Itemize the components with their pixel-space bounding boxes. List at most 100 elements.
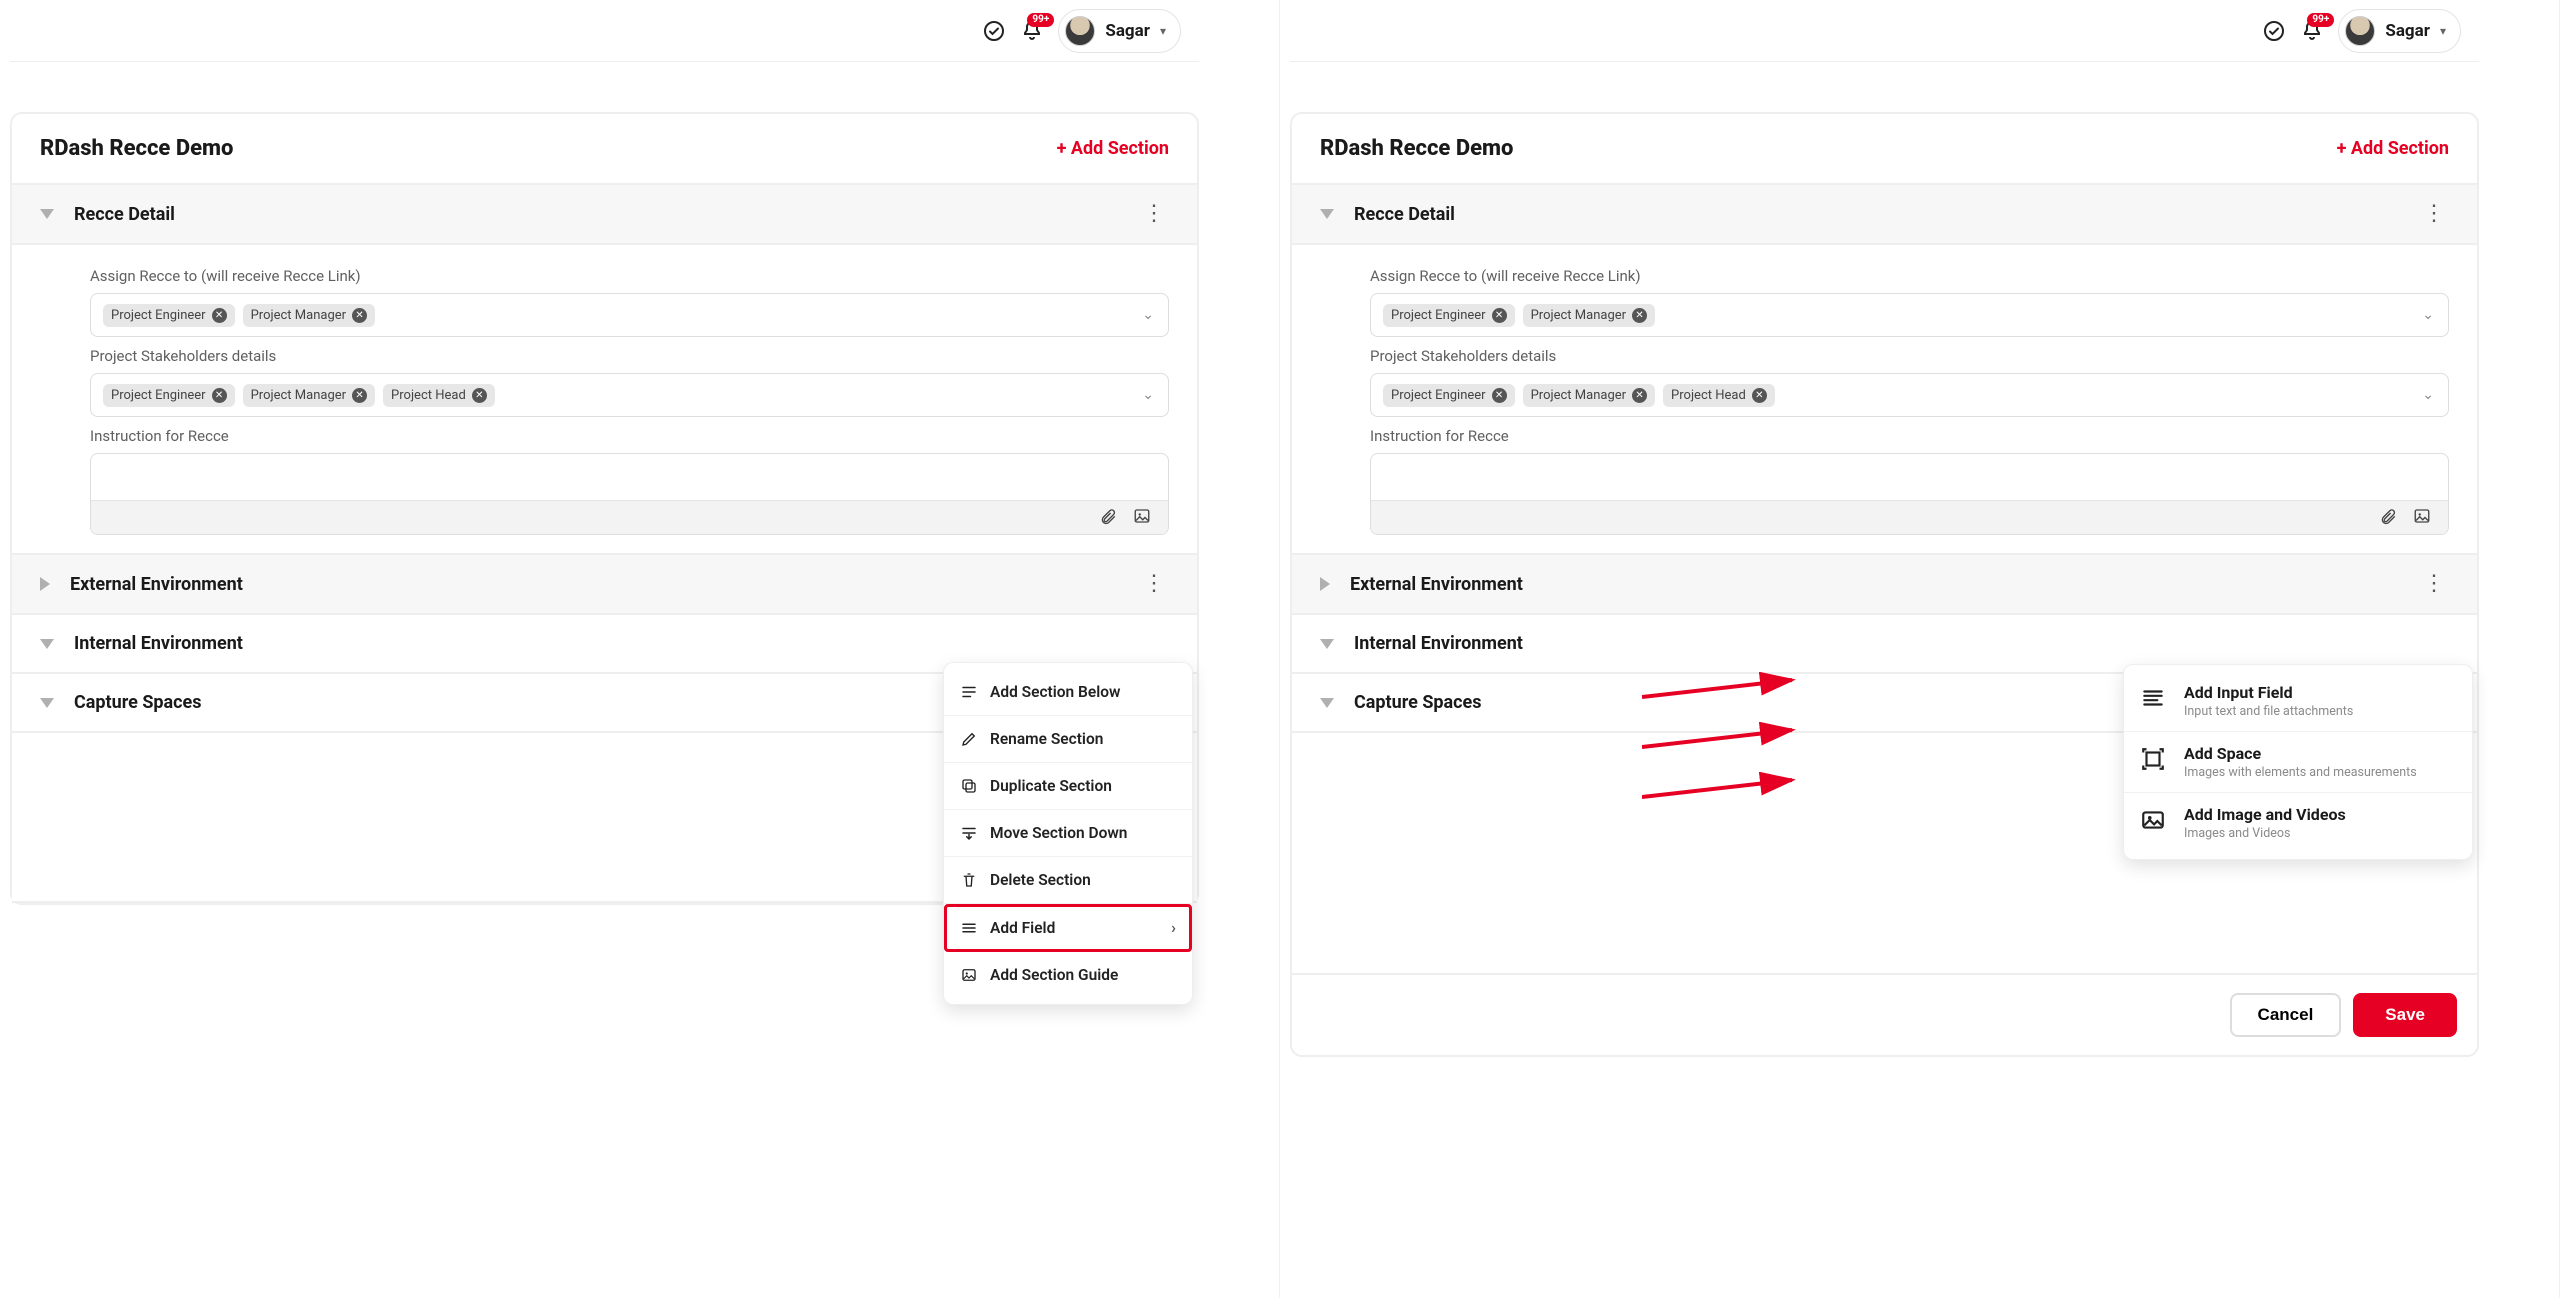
collapse-toggle-icon[interactable]	[1320, 639, 1334, 649]
move-down-icon	[960, 824, 978, 842]
pencil-icon	[960, 730, 978, 748]
avatar	[2345, 16, 2375, 46]
option-subtitle: Images and Videos	[2184, 826, 2346, 841]
section-recce-detail[interactable]: Recce Detail ⋮	[1292, 185, 2477, 245]
section-context-menu: Add Section Below Rename Section Duplica…	[943, 662, 1193, 1005]
more-menu-icon[interactable]: ⋮	[1139, 203, 1169, 225]
section-recce-detail[interactable]: Recce Detail ⋮	[12, 185, 1197, 245]
task-check-icon[interactable]	[2262, 19, 2286, 43]
option-add-input-field[interactable]: Add Input Field Input text and file atta…	[2124, 671, 2472, 732]
attachment-icon[interactable]	[1098, 507, 1118, 529]
more-menu-icon[interactable]: ⋮	[1139, 573, 1169, 595]
option-add-space[interactable]: Add Space Images with elements and measu…	[2124, 732, 2472, 793]
dropdown-caret-icon[interactable]: ⌄	[1142, 387, 1154, 403]
stakeholders-input[interactable]: Project Engineer✕ Project Manager✕ Proje…	[90, 373, 1169, 417]
collapse-toggle-icon[interactable]	[1320, 698, 1334, 708]
instruction-label: Instruction for Recce	[1370, 427, 2449, 445]
chip-remove-icon[interactable]: ✕	[1632, 388, 1647, 403]
more-menu-icon[interactable]: ⋮	[2419, 573, 2449, 595]
option-title: Add Image and Videos	[2184, 805, 2346, 824]
annotation-arrow-icon	[1642, 672, 1802, 702]
chip-remove-icon[interactable]: ✕	[1752, 388, 1767, 403]
dropdown-caret-icon[interactable]: ⌄	[1142, 307, 1154, 323]
more-menu-icon[interactable]: ⋮	[2419, 203, 2449, 225]
chip: Project Engineer✕	[1383, 384, 1515, 407]
save-button[interactable]: Save	[2353, 993, 2457, 1037]
chevron-down-icon: ▾	[2440, 24, 2446, 38]
stakeholders-input[interactable]: Project Engineer✕ Project Manager✕ Proje…	[1370, 373, 2449, 417]
chip-remove-icon[interactable]: ✕	[352, 388, 367, 403]
form-panel: RDash Recce Demo + Add Section Recce Det…	[1290, 112, 2479, 1057]
menu-move-section-down[interactable]: Move Section Down	[944, 810, 1192, 857]
collapse-toggle-icon[interactable]	[40, 698, 54, 708]
assign-recce-input[interactable]: Project Engineer✕ Project Manager✕ ⌄	[1370, 293, 2449, 337]
chip-remove-icon[interactable]: ✕	[212, 388, 227, 403]
instruction-textarea[interactable]	[90, 453, 1169, 535]
image-icon[interactable]	[2412, 507, 2432, 529]
chip-remove-icon[interactable]: ✕	[472, 388, 487, 403]
menu-add-field[interactable]: Add Field ›	[944, 904, 1192, 952]
section-title: Internal Environment	[74, 633, 243, 654]
notification-bell-icon[interactable]: 99+	[2300, 19, 2324, 43]
add-section-button[interactable]: + Add Section	[2337, 138, 2449, 159]
chip: Project Manager✕	[1523, 384, 1655, 407]
option-subtitle: Images with elements and measurements	[2184, 765, 2417, 780]
image-media-icon	[2140, 807, 2170, 841]
task-check-icon[interactable]	[982, 19, 1006, 43]
panel-header: RDash Recce Demo + Add Section	[12, 114, 1197, 185]
section-external-environment[interactable]: External Environment ⋮	[1292, 555, 2477, 615]
dropdown-caret-icon[interactable]: ⌄	[2422, 387, 2434, 403]
section-external-environment[interactable]: External Environment ⋮	[12, 555, 1197, 615]
stakeholders-label: Project Stakeholders details	[90, 347, 1169, 365]
expand-toggle-icon[interactable]	[1320, 577, 1330, 591]
chip-remove-icon[interactable]: ✕	[352, 308, 367, 323]
topbar: 99+ Sagar ▾	[1290, 0, 2479, 62]
annotation-arrow-icon	[1642, 722, 1802, 752]
chip: Project Head✕	[1663, 384, 1775, 407]
cancel-button[interactable]: Cancel	[2230, 993, 2342, 1037]
menu-rename-section[interactable]: Rename Section	[944, 716, 1192, 763]
menu-add-section-below[interactable]: Add Section Below	[944, 669, 1192, 716]
chip-remove-icon[interactable]: ✕	[212, 308, 227, 323]
chip: Project Engineer✕	[1383, 304, 1515, 327]
assign-recce-input[interactable]: Project Engineer✕ Project Manager✕ ⌄	[90, 293, 1169, 337]
user-name: Sagar	[2385, 21, 2430, 41]
collapse-toggle-icon[interactable]	[40, 209, 54, 219]
textarea-toolbar	[1371, 500, 2448, 534]
section-title: Recce Detail	[74, 204, 175, 225]
section-title: Internal Environment	[1354, 633, 1523, 654]
collapse-toggle-icon[interactable]	[1320, 209, 1334, 219]
menu-add-section-guide[interactable]: Add Section Guide	[944, 952, 1192, 998]
chip: Project Manager✕	[243, 384, 375, 407]
user-menu[interactable]: Sagar ▾	[2338, 9, 2461, 53]
collapse-toggle-icon[interactable]	[40, 639, 54, 649]
menu-duplicate-section[interactable]: Duplicate Section	[944, 763, 1192, 810]
attachment-icon[interactable]	[2378, 507, 2398, 529]
textarea-toolbar	[91, 500, 1168, 534]
image-icon[interactable]	[1132, 507, 1152, 529]
text-lines-icon	[2140, 685, 2170, 719]
field-icon	[960, 919, 978, 937]
add-section-button[interactable]: + Add Section	[1057, 138, 1169, 159]
chip-remove-icon[interactable]: ✕	[1492, 308, 1507, 323]
stakeholders-label: Project Stakeholders details	[1370, 347, 2449, 365]
assign-label: Assign Recce to (will receive Recce Link…	[90, 267, 1169, 285]
section-title: External Environment	[70, 574, 243, 595]
chevron-right-icon: ›	[1171, 918, 1176, 937]
list-icon	[960, 683, 978, 701]
expand-toggle-icon[interactable]	[40, 577, 50, 591]
menu-delete-section[interactable]: Delete Section	[944, 857, 1192, 904]
annotation-arrow-icon	[1642, 772, 1802, 802]
dropdown-caret-icon[interactable]: ⌄	[2422, 307, 2434, 323]
chip-remove-icon[interactable]: ✕	[1632, 308, 1647, 323]
chevron-down-icon: ▾	[1160, 24, 1166, 38]
option-add-image-video[interactable]: Add Image and Videos Images and Videos	[2124, 793, 2472, 853]
chip: Project Manager✕	[1523, 304, 1655, 327]
chip-remove-icon[interactable]: ✕	[1492, 388, 1507, 403]
instruction-textarea[interactable]	[1370, 453, 2449, 535]
user-menu[interactable]: Sagar ▾	[1058, 9, 1181, 53]
guide-icon	[960, 966, 978, 984]
notification-bell-icon[interactable]: 99+	[1020, 19, 1044, 43]
chip: Project Engineer✕	[103, 304, 235, 327]
option-title: Add Space	[2184, 744, 2417, 763]
